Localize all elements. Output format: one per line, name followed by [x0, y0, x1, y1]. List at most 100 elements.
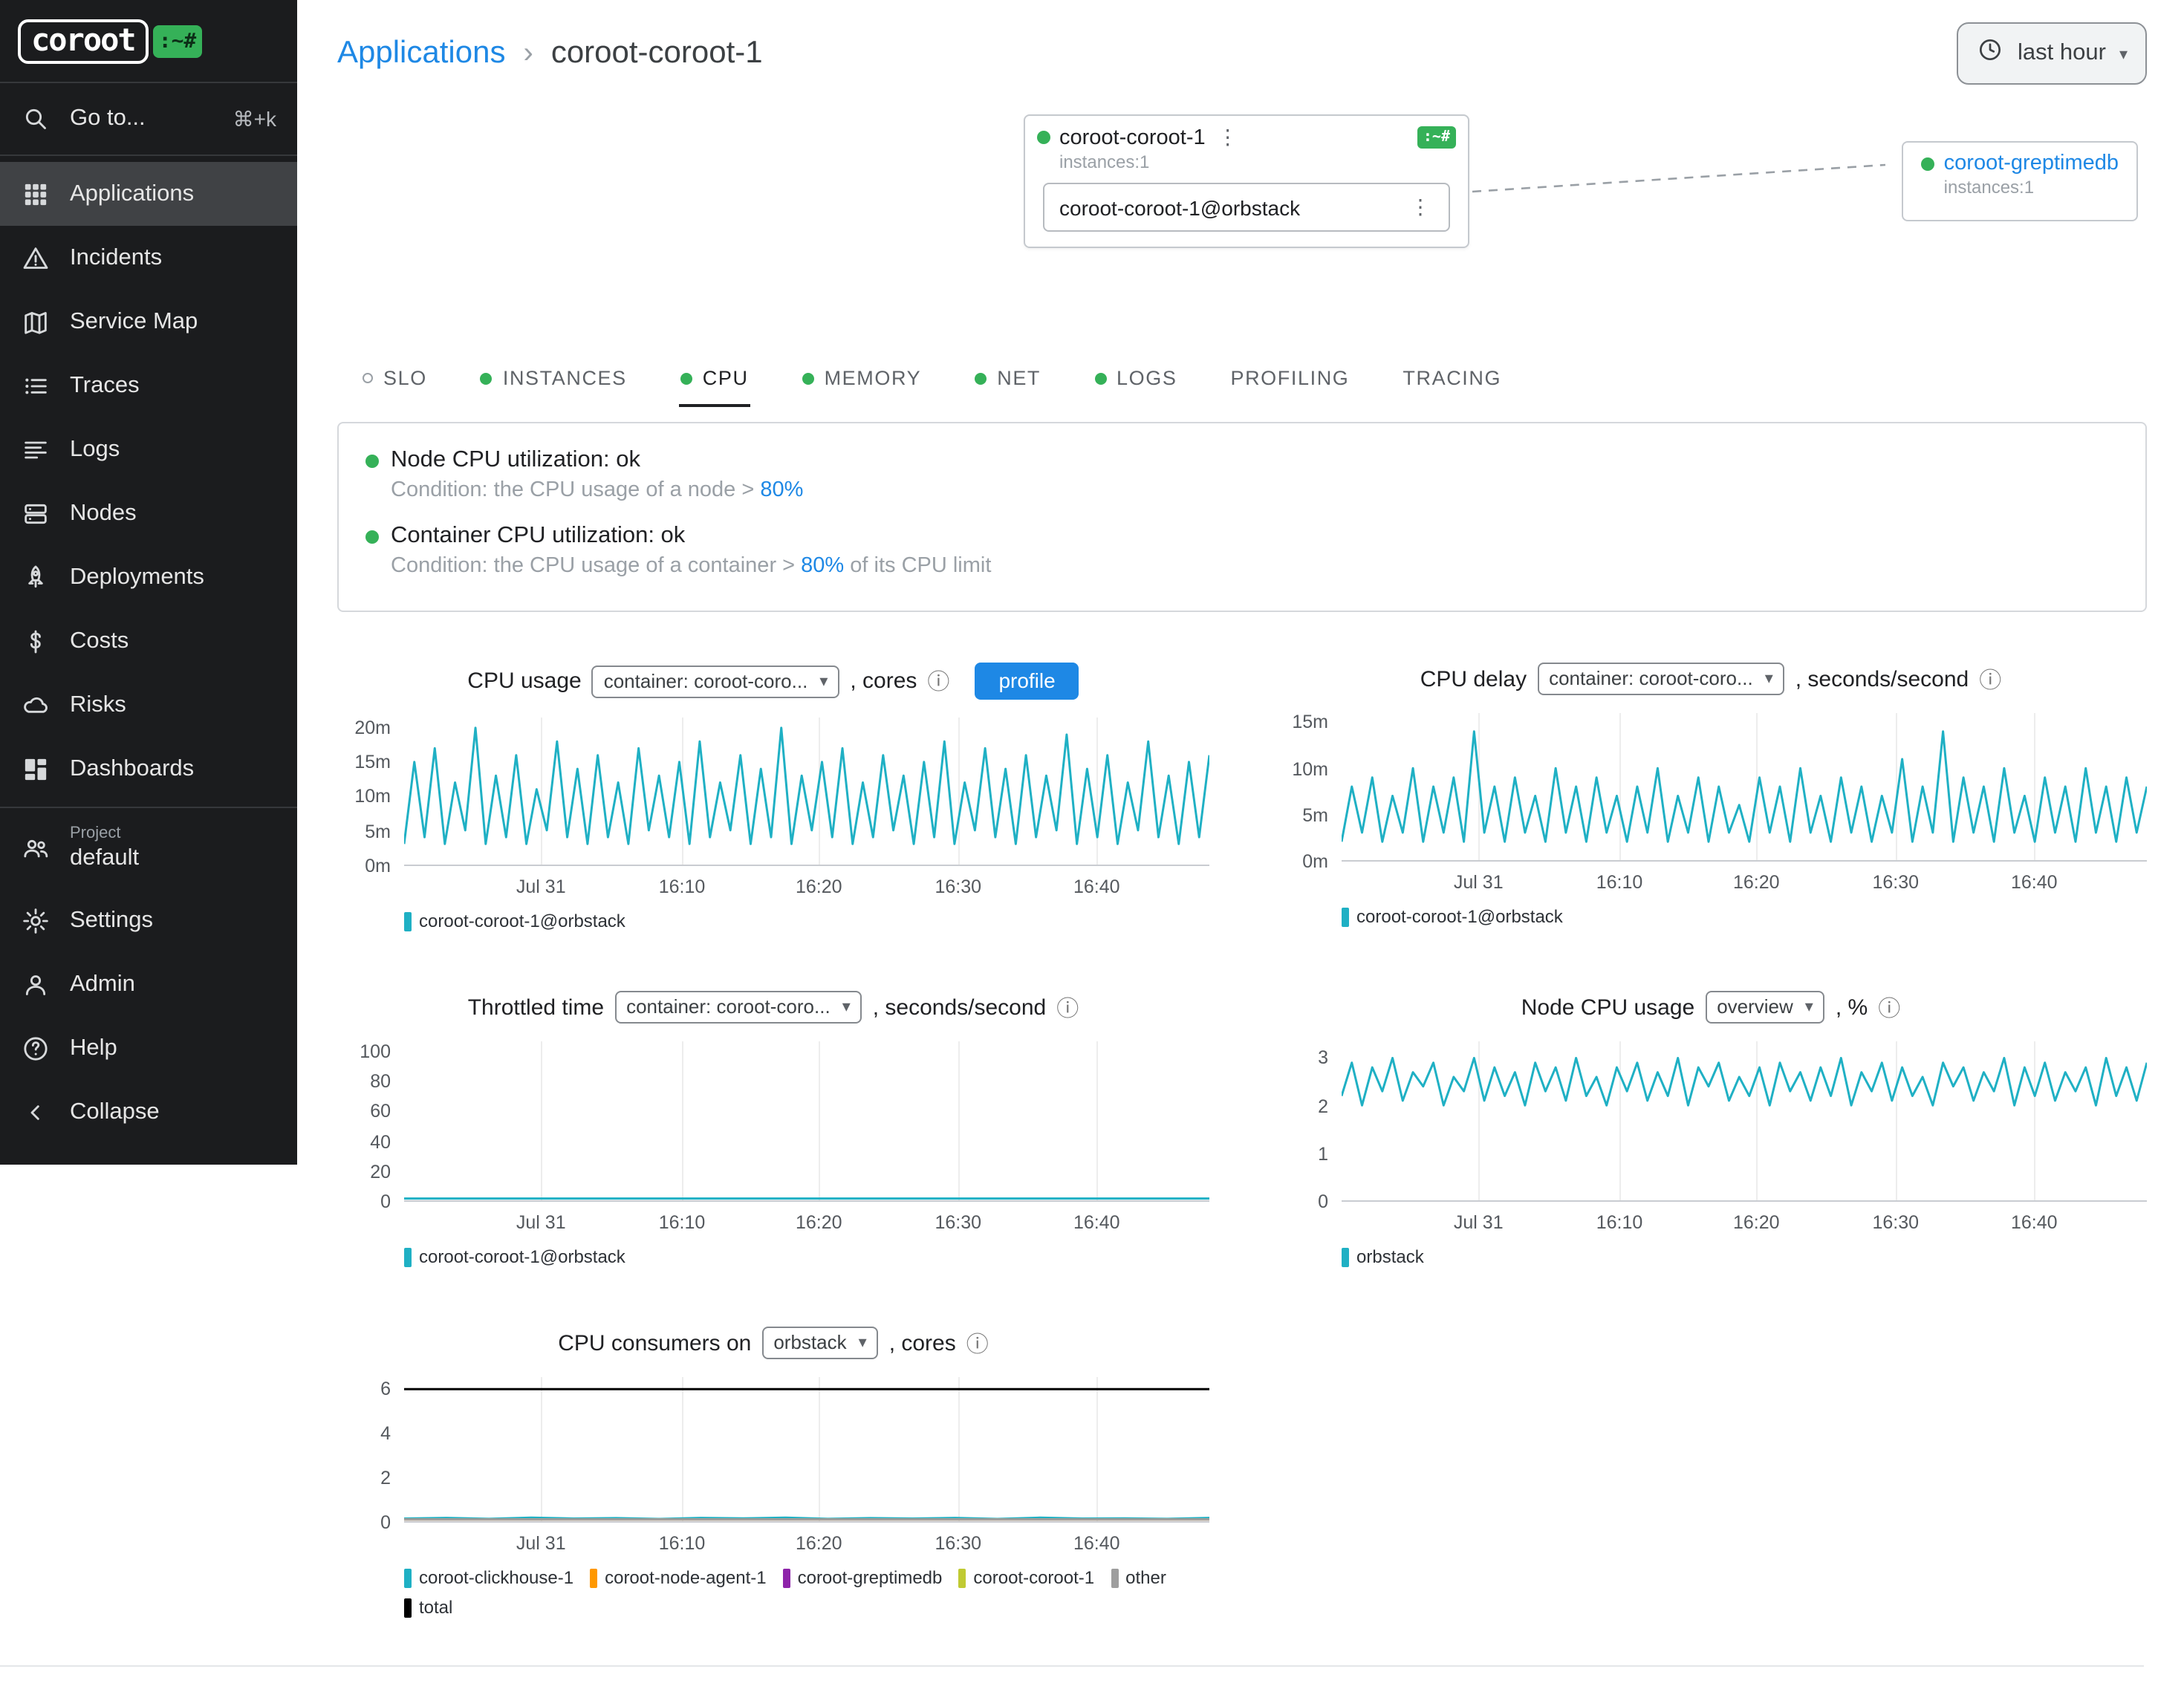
chart-unit: , cores [850, 668, 917, 694]
sidebar-item-nodes[interactable]: Nodes [0, 481, 297, 545]
goto-label: Go to... [70, 105, 146, 132]
search-icon [21, 104, 51, 134]
status-dot [365, 454, 379, 467]
sidebar-item-settings[interactable]: Settings [0, 888, 297, 952]
chart-selector[interactable]: container: coroot-coro...▾ [1537, 663, 1785, 695]
check-container-cpu-utilization-ok: Container CPU utilization: okCondition: … [365, 523, 2119, 578]
status-dot [1922, 157, 1935, 170]
chart-title-row: Node CPU usageoverview▾, %ⓘ [1275, 991, 2147, 1024]
sidebar-item-applications[interactable]: Applications [0, 162, 297, 226]
chevron-down-icon: ▾ [819, 671, 828, 690]
sidebar-item-deployments[interactable]: Deployments [0, 545, 297, 609]
check-condition-text: Condition: the CPU usage of a node > [391, 478, 760, 502]
instances-label: instances:1 [1059, 152, 1456, 172]
breadcrumb-link-applications[interactable]: Applications [337, 36, 505, 71]
goto-shortcut: ⌘+k [233, 106, 276, 131]
info-icon[interactable]: ⓘ [927, 666, 949, 697]
sidebar-item-label: Applications [70, 180, 194, 207]
breadcrumb: Applications › coroot-coroot-1 [337, 36, 763, 71]
legend-label: total [419, 1597, 452, 1618]
tab-tracing[interactable]: TRACING [1401, 358, 1503, 407]
nodes-icon [21, 498, 51, 528]
sidebar-item-project[interactable]: Project default [0, 808, 297, 888]
goto-search[interactable]: Go to... ⌘+k [0, 83, 297, 154]
sidebar-item-admin[interactable]: Admin [0, 952, 297, 1016]
sidebar-item-risks[interactable]: Risks [0, 673, 297, 737]
y-tick-label: 20m [354, 718, 391, 738]
chart-legend: coroot-coroot-1@orbstack [1342, 906, 2147, 927]
tab-instances[interactable]: INSTANCES [479, 358, 628, 407]
x-tick-label: 16:40 [1073, 1212, 1120, 1233]
legend-label: coroot-coroot-1@orbstack [419, 911, 625, 931]
y-tick-label: 5m [1302, 805, 1328, 826]
time-range-selector[interactable]: last hour ▾ [1957, 22, 2147, 85]
y-axis: 15m10m5m0m [1275, 713, 1342, 862]
x-tick-label: 16:10 [659, 1533, 706, 1554]
legend-item-coroot-clickhouse-1[interactable]: coroot-clickhouse-1 [404, 1567, 573, 1588]
sidebar-item-help[interactable]: Help [0, 1016, 297, 1080]
x-tick-label: Jul 31 [516, 1533, 566, 1554]
legend-item-coroot-node-agent-1[interactable]: coroot-node-agent-1 [590, 1567, 767, 1588]
sidebar-item-logs[interactable]: Logs [0, 417, 297, 481]
info-icon[interactable]: ⓘ [1979, 663, 2001, 694]
chart-selector[interactable]: overview▾ [1705, 991, 1825, 1024]
kebab-menu-icon[interactable]: ⋮ [1407, 195, 1434, 220]
legend-item-coroot-greptimedb[interactable]: coroot-greptimedb [783, 1567, 943, 1588]
gear-icon [21, 905, 51, 935]
info-icon[interactable]: ⓘ [1878, 992, 1900, 1023]
legend-item-other[interactable]: other [1111, 1567, 1166, 1588]
sidebar-item-service-map[interactable]: Service Map [0, 290, 297, 354]
sidebar-item-traces[interactable]: Traces [0, 354, 297, 417]
legend-item-coroot-coroot-1-orbstack[interactable]: coroot-coroot-1@orbstack [404, 911, 625, 931]
tab-net[interactable]: NET [973, 358, 1042, 407]
sidebar-item-incidents[interactable]: Incidents [0, 226, 297, 290]
legend-item-coroot-coroot-1-orbstack[interactable]: coroot-coroot-1@orbstack [404, 1246, 625, 1267]
kebab-menu-icon[interactable]: ⋮ [1215, 125, 1241, 150]
coroot-logo[interactable]: coroot :~# [0, 0, 297, 82]
sidebar-item-costs[interactable]: Costs [0, 609, 297, 673]
chart-selector[interactable]: orbstack▾ [761, 1327, 878, 1359]
chart-title: CPU consumers on [558, 1330, 751, 1356]
legend-item-orbstack[interactable]: orbstack [1342, 1246, 1424, 1267]
warning-triangle-icon [21, 243, 51, 273]
app-card-coroot-coroot-1[interactable]: coroot-coroot-1 ⋮ :~# instances:1 coroot… [1024, 114, 1469, 248]
service-map: coroot-coroot-1 ⋮ :~# instances:1 coroot… [337, 114, 2147, 337]
check-condition-text: of its CPU limit [844, 554, 991, 578]
instance-name: coroot-coroot-1@orbstack [1059, 195, 1300, 219]
tab-slo[interactable]: SLO [361, 358, 429, 407]
tab-cpu[interactable]: CPU [679, 358, 750, 407]
check-threshold-link[interactable]: 80% [760, 478, 803, 502]
info-icon[interactable]: ⓘ [1056, 992, 1079, 1023]
y-tick-label: 5m [365, 821, 391, 842]
profile-button[interactable]: profile [975, 663, 1079, 700]
info-icon[interactable]: ⓘ [966, 1327, 989, 1359]
legend-item-coroot-coroot-1-orbstack[interactable]: coroot-coroot-1@orbstack [1342, 906, 1563, 927]
collapse-icon [21, 1097, 51, 1127]
chart-selector[interactable]: container: coroot-coro...▾ [614, 991, 862, 1024]
status-dot [365, 530, 379, 543]
tab-memory[interactable]: MEMORY [801, 358, 923, 407]
report-tabs: SLO INSTANCES CPU MEMORY NET LOGS PROFILING TRA… [361, 358, 2147, 407]
tab-logs[interactable]: LOGS [1093, 358, 1178, 407]
tab-profiling[interactable]: PROFILING [1229, 358, 1351, 407]
legend-swatch [1342, 1247, 1349, 1266]
x-tick-label: 16:20 [796, 1533, 842, 1554]
legend-item-coroot-coroot-1[interactable]: coroot-coroot-1 [958, 1567, 1094, 1588]
app-type-badge: :~# [1417, 126, 1456, 149]
peer-app-link[interactable]: coroot-greptimedb [1944, 152, 2119, 175]
chart-selector[interactable]: container: coroot-coro...▾ [592, 665, 840, 697]
x-axis: Jul 3116:1016:2016:3016:40 [1342, 1202, 2147, 1237]
chart-unit: , seconds/second [1795, 666, 1969, 692]
instance-box[interactable]: coroot-coroot-1@orbstack ⋮ [1043, 183, 1450, 232]
legend-item-total[interactable]: total [404, 1597, 452, 1618]
sidebar-item-collapse[interactable]: Collapse [0, 1080, 297, 1144]
x-tick-label: 16:40 [1073, 1533, 1120, 1554]
app-card-coroot-greptimedb[interactable]: coroot-greptimedb instances:1 [1902, 141, 2138, 221]
app-card-title: coroot-coroot-1 [1059, 126, 1206, 149]
check-threshold-link[interactable]: 80% [801, 554, 844, 578]
sidebar-item-label: Collapse [70, 1099, 160, 1125]
legend-swatch [783, 1568, 790, 1587]
chart-unit: , % [1836, 995, 1868, 1020]
sidebar-item-dashboards[interactable]: Dashboards [0, 737, 297, 801]
chart-title: Throttled time [468, 995, 604, 1020]
